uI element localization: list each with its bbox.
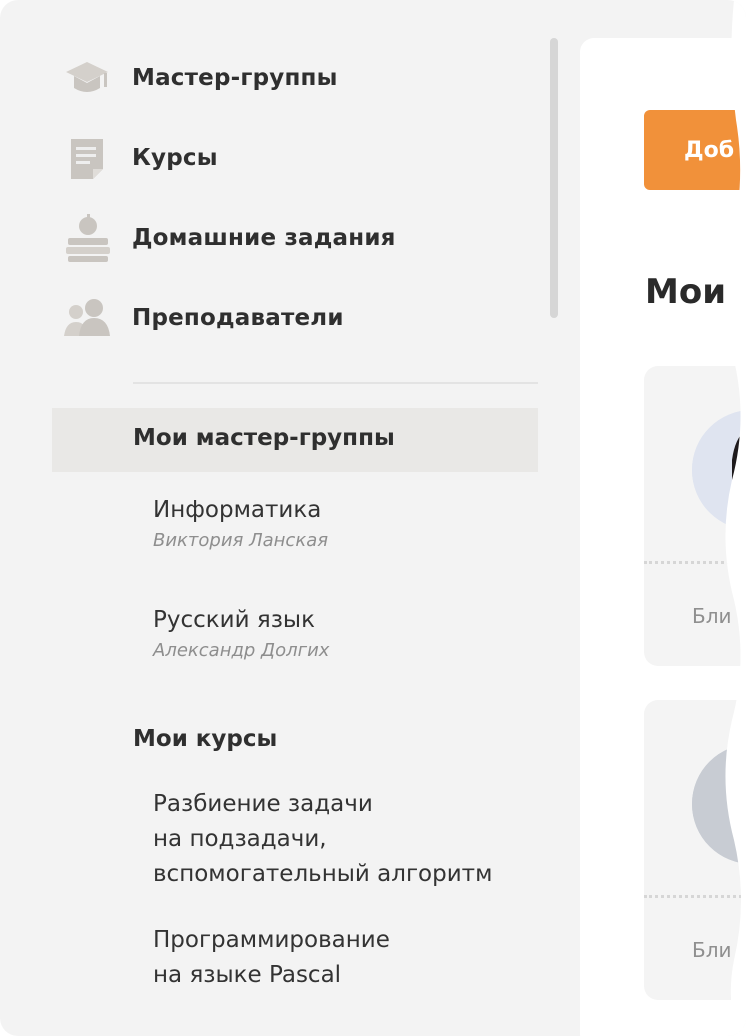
group-title: Русский язык xyxy=(153,607,315,633)
course-item-subtasks[interactable]: Разбиение задачи на подзадачи, вспомогат… xyxy=(153,787,492,892)
course-title-line: Разбиение задачи xyxy=(153,791,373,817)
sidebar-divider xyxy=(133,382,538,384)
section-title-courses[interactable]: Мои курсы xyxy=(133,726,277,752)
group-item-informatics[interactable]: Информатика Виктория Ланская xyxy=(153,493,328,551)
users-icon xyxy=(62,294,114,342)
nav-label: Домашние задания xyxy=(132,225,396,251)
nav-item-homework[interactable]: Домашние задания xyxy=(62,214,396,262)
books-apple-icon xyxy=(62,214,114,262)
main-title: Мои xyxy=(645,272,727,312)
nav-label: Преподаватели xyxy=(132,305,344,331)
course-title-line: Программирование xyxy=(153,927,390,953)
nav-label: Мастер-группы xyxy=(132,65,338,91)
course-title-line: вспомогательный алгоритм xyxy=(153,861,493,887)
section-title-master-groups[interactable]: Мои мастер-группы xyxy=(133,425,395,451)
nav-label: Курсы xyxy=(132,145,218,171)
sidebar: Мастер-группы Курсы Домашние задания Пре… xyxy=(0,0,746,1036)
nav-item-master-groups[interactable]: Мастер-группы xyxy=(62,54,338,102)
nav-item-teachers[interactable]: Преподаватели xyxy=(62,294,344,342)
course-item-pascal[interactable]: Программирование на языке Pascal xyxy=(153,923,390,993)
group-author: Виктория Ланская xyxy=(153,530,329,551)
group-title: Информатика xyxy=(153,497,322,523)
course-title-line: на языке Pascal xyxy=(153,962,342,988)
course-title-line: на подзадачи, xyxy=(153,826,327,852)
graduation-cap-icon xyxy=(62,54,114,102)
sidebar-scrollbar[interactable] xyxy=(550,38,558,318)
group-item-russian[interactable]: Русский язык Александр Долгих xyxy=(153,603,329,661)
nav-item-courses[interactable]: Курсы xyxy=(62,134,218,182)
torn-edge xyxy=(725,0,746,1036)
document-icon xyxy=(62,134,114,182)
group-author: Александр Долгих xyxy=(153,640,330,661)
